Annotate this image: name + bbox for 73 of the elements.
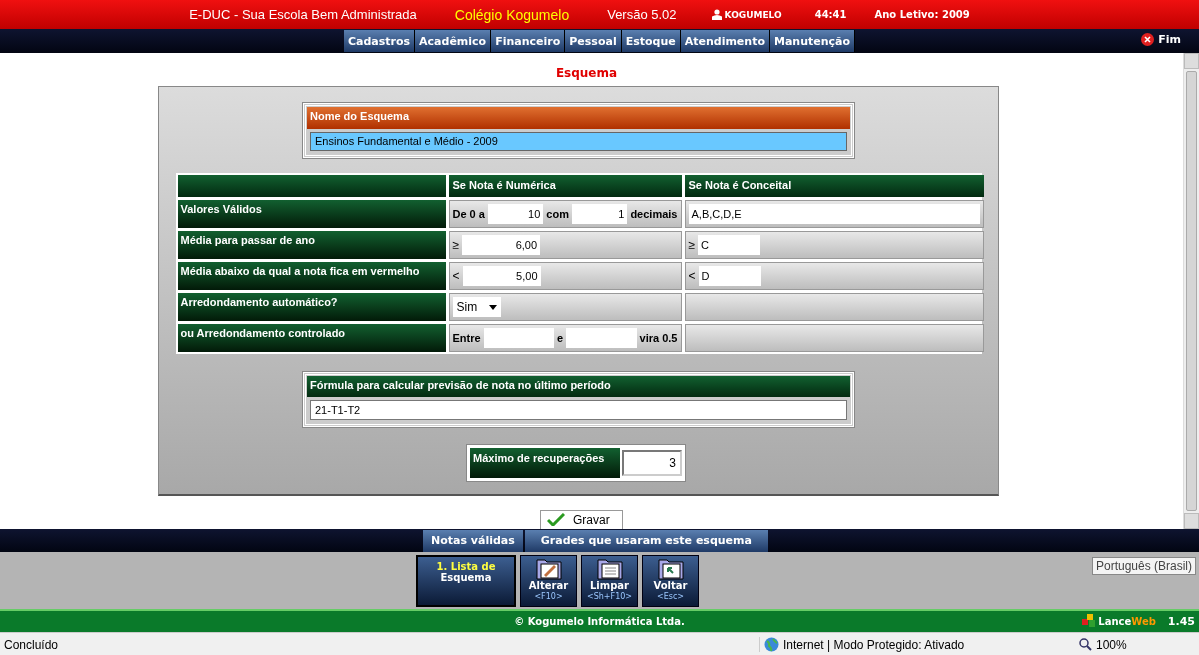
toolbar-button[interactable]: Alterar <F10> — [520, 554, 577, 607]
row-label: Média para passar de ano — [177, 231, 446, 259]
folder-pencil-icon — [535, 557, 562, 580]
menu-item[interactable]: Atendimento — [680, 30, 770, 52]
cell-text: com — [546, 208, 569, 220]
school-name: Colégio Kogumelo — [454, 6, 570, 23]
menu-item[interactable]: Manutenção — [770, 30, 856, 52]
menu-item[interactable]: Financeiro — [491, 30, 566, 52]
app-version: 1.45 — [1167, 614, 1195, 628]
cell-text: Entre — [452, 332, 481, 344]
recovery-field[interactable]: 3 — [622, 450, 682, 476]
input-field[interactable]: 6,00 — [462, 235, 541, 255]
status-text: Concluído — [4, 637, 60, 652]
dropdown[interactable]: Sim — [452, 297, 501, 317]
tab[interactable]: Notas válidas — [423, 529, 523, 552]
operator-sign: < — [688, 269, 696, 283]
scrollbar[interactable] — [1183, 53, 1199, 529]
brand-logo: LanceWeb — [1098, 615, 1156, 627]
input-field[interactable]: C — [698, 235, 761, 255]
column-header: Se Nota é Numérica — [448, 175, 682, 197]
menu-item[interactable]: Estoque — [621, 30, 681, 52]
row-label: ou Arredondamento controlado — [177, 324, 446, 352]
field-label: Máximo de recuperações — [470, 448, 620, 478]
user-icon — [711, 9, 722, 20]
row-label: Arredondamento automático? — [177, 293, 446, 321]
input-field[interactable] — [566, 328, 637, 348]
folder-arrow-icon — [657, 557, 684, 580]
cell-text: e — [557, 332, 564, 344]
exit-button[interactable]: Fim — [1135, 32, 1187, 47]
input-field[interactable]: 1 — [571, 204, 628, 224]
operator-sign: ≥ — [452, 238, 460, 252]
zoom-icon — [1079, 638, 1092, 651]
session-timer: 44:41 — [814, 9, 847, 20]
school-year: Ano Letivo: 2009 — [874, 9, 970, 20]
cell-text: vira 0.5 — [639, 332, 678, 344]
column-header: Se Nota é Conceital — [684, 175, 984, 197]
menu-item[interactable]: Acadêmico — [415, 30, 492, 52]
page-title: Esquema — [555, 66, 618, 80]
blocks-icon — [1082, 614, 1097, 628]
operator-sign: < — [452, 269, 460, 283]
security-zone: Internet | Modo Protegido: Ativado — [783, 637, 965, 652]
input-field[interactable]: 5,00 — [462, 266, 541, 286]
row-label: Valores Válidos — [177, 200, 446, 228]
folder-document-icon — [596, 557, 623, 580]
input-field[interactable]: A,B,C,D,E — [688, 204, 980, 224]
menu-item[interactable]: Pessoal — [565, 30, 622, 52]
caret-icon — [488, 304, 497, 310]
toolbar-button[interactable]: Voltar <Esc> — [642, 554, 699, 607]
toolbar-button[interactable]: Limpar <Sh+F10> — [581, 554, 638, 607]
field-label: Nome do Esquema — [307, 107, 850, 129]
tooltip: Português (Brasil) — [1091, 557, 1196, 575]
list-button[interactable]: 1. Lista de Esquema — [416, 554, 516, 607]
formula-field[interactable]: 21-T1-T2 — [310, 400, 847, 420]
input-field[interactable] — [483, 328, 555, 348]
user-name: KOGUMELO — [724, 9, 782, 20]
globe-icon — [764, 637, 779, 652]
close-icon — [1141, 33, 1155, 46]
zoom-level[interactable]: 100% — [1096, 637, 1127, 652]
cell-text: decimais — [630, 208, 678, 220]
tab[interactable]: Grades que usaram este esquema — [524, 529, 768, 552]
cell-text: De 0 a — [452, 208, 485, 220]
check-icon — [547, 513, 565, 526]
app-title: E-DUC - Sua Escola Bem Administrada — [189, 7, 417, 22]
version-label: Versão 5.02 — [607, 7, 677, 22]
name-field[interactable]: Ensinos Fundamental e Médio - 2009 — [310, 132, 847, 151]
input-field[interactable]: 10 — [487, 204, 544, 224]
input-field[interactable]: D — [698, 266, 761, 286]
save-button[interactable]: Gravar — [540, 510, 623, 529]
operator-sign: ≥ — [688, 238, 696, 252]
menu-item[interactable]: Cadastros — [343, 30, 416, 52]
copyright-text: © Kogumelo Informática Ltda. — [514, 616, 685, 627]
row-label: Média abaixo da qual a nota fica em vermelho — [177, 262, 446, 290]
field-label: Fórmula para calcular previsão de nota no último período — [307, 376, 850, 397]
